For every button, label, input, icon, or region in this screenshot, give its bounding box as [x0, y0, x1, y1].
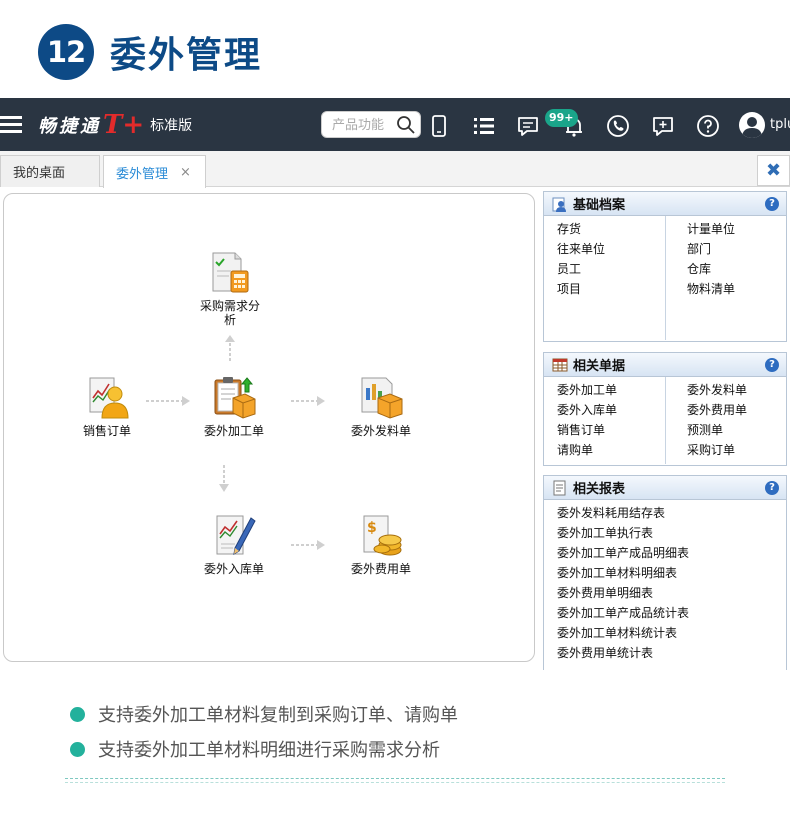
svg-text:$: $ — [367, 520, 377, 536]
panel-related-docs: 相关单据 ? 委外加工单 委外入库单 销售订单 请购单 委外发料单 委外费用单 … — [543, 352, 787, 466]
tab-label: 委外管理 — [116, 166, 169, 182]
help-icon[interactable]: ? — [765, 197, 779, 211]
node-label: 委外入库单 — [203, 562, 264, 576]
link-outsourcing-inbound[interactable]: 委外入库单 — [557, 400, 665, 420]
link-outsourcing-expense[interactable]: 委外费用单 — [687, 400, 786, 420]
section-heading: 12 委外管理 — [38, 24, 262, 80]
feature-bullet: 支持委外加工单材料明细进行采购需求分析 — [70, 736, 440, 762]
phone-icon[interactable] — [605, 113, 631, 139]
link-purchase-order[interactable]: 采购订单 — [687, 440, 786, 460]
node-label: 委外加工单 — [203, 424, 264, 438]
link-report[interactable]: 委外加工单产成品统计表 — [557, 603, 786, 623]
node-label: 销售订单 — [82, 424, 131, 438]
user-icon — [742, 117, 762, 138]
user-file-icon — [552, 197, 566, 212]
close-all-tabs-button[interactable]: ✖ — [757, 155, 790, 186]
link-outsourcing-issue[interactable]: 委外发料单 — [687, 380, 786, 400]
panel-title: 相关报表 — [573, 482, 626, 497]
node-sales-order[interactable]: 销售订单 — [62, 374, 152, 438]
bullet-dot-icon — [70, 706, 85, 722]
outsourcing-order-icon — [214, 377, 256, 419]
link-report[interactable]: 委外加工单材料明细表 — [557, 563, 786, 583]
link-report[interactable]: 委外加工单执行表 — [557, 523, 786, 543]
avatar[interactable] — [739, 112, 765, 138]
issue-doc-icon — [361, 377, 403, 419]
brand-edition: 标准版 — [150, 118, 193, 134]
bullet-text: 支持委外加工单材料复制到采购订单、请购单 — [98, 705, 458, 726]
link-forecast[interactable]: 预测单 — [687, 420, 786, 440]
arrow-down-icon — [219, 465, 229, 492]
link-report[interactable]: 委外发料耗用结存表 — [557, 503, 786, 523]
node-label: 委外费用单 — [350, 562, 411, 576]
divider — [65, 778, 725, 783]
link-outsourcing-order[interactable]: 委外加工单 — [557, 380, 665, 400]
message-icon[interactable] — [515, 113, 541, 139]
section-title: 委外管理 — [110, 35, 263, 76]
link-report[interactable]: 委外费用单统计表 — [557, 643, 786, 663]
feedback-icon[interactable] — [650, 113, 676, 139]
link-warehouse[interactable]: 仓库 — [687, 259, 786, 279]
link-units[interactable]: 计量单位 — [687, 219, 786, 239]
inbound-doc-icon — [216, 515, 256, 555]
node-purchase-demand[interactable]: 采购需求分析 — [185, 249, 275, 327]
brand-logo: 畅捷通 T+ 标准版 — [38, 110, 192, 140]
tab-label: 我的桌面 — [13, 166, 66, 181]
arrow-right-icon — [146, 396, 190, 406]
bullet-text: 支持委外加工单材料明细进行采购需求分析 — [98, 740, 440, 761]
arrow-right-icon — [291, 396, 325, 406]
node-outsourcing-order[interactable]: 委外加工单 — [189, 374, 279, 438]
panel-basic-files: 基础档案 ? 存货 往来单位 员工 项目 计量单位 部门 仓库 物料清单 — [543, 191, 787, 342]
panel-header: 相关报表 ? — [544, 476, 786, 500]
feature-bullet: 支持委外加工单材料复制到采购订单、请购单 — [70, 701, 458, 727]
panel-title: 基础档案 — [573, 198, 626, 213]
help-circle-icon[interactable] — [695, 113, 721, 139]
link-employees[interactable]: 员工 — [557, 259, 665, 279]
link-inventory[interactable]: 存货 — [557, 219, 665, 239]
link-sales-order[interactable]: 销售订单 — [557, 420, 665, 440]
node-label: 委外发料单 — [350, 424, 411, 438]
user-name[interactable]: tplu — [770, 117, 790, 132]
bullet-dot-icon — [70, 741, 85, 757]
panel-header: 相关单据 ? — [544, 353, 786, 377]
mobile-icon[interactable] — [426, 113, 452, 139]
notification-badge: 99+ — [545, 109, 578, 127]
help-icon[interactable]: ? — [765, 358, 779, 372]
link-partners[interactable]: 往来单位 — [557, 239, 665, 259]
node-outsourcing-inbound[interactable]: 委外入库单 — [189, 512, 279, 576]
table-icon — [552, 358, 568, 371]
report-icon — [553, 480, 566, 495]
link-purchase-request[interactable]: 请购单 — [557, 440, 665, 460]
link-report[interactable]: 委外加工单产成品明细表 — [557, 543, 786, 563]
close-icon[interactable]: × — [180, 165, 191, 180]
link-report[interactable]: 委外费用单明细表 — [557, 583, 786, 603]
section-number-badge: 12 — [38, 24, 94, 80]
brand-name: 畅捷通 — [38, 116, 101, 137]
panel-header: 基础档案 ? — [544, 192, 786, 216]
node-label: 采购需求分析 — [199, 299, 260, 327]
brand-tplus: T+ — [103, 110, 145, 140]
arrow-right-icon — [291, 540, 325, 550]
expense-doc-icon: $ — [363, 515, 402, 556]
search-input[interactable] — [332, 116, 394, 134]
link-projects[interactable]: 项目 — [557, 279, 665, 299]
analysis-doc-icon — [212, 252, 249, 293]
panel-title: 相关单据 — [573, 359, 626, 374]
sales-order-icon — [89, 377, 129, 419]
search-box — [321, 111, 421, 138]
arrow-up-icon — [225, 335, 235, 361]
help-icon[interactable]: ? — [765, 481, 779, 495]
search-icon[interactable] — [396, 115, 416, 135]
link-bom[interactable]: 物料清单 — [687, 279, 786, 299]
list-icon[interactable] — [471, 113, 497, 139]
tab-outsourcing[interactable]: 委外管理 × — [103, 155, 206, 188]
node-outsourcing-issue[interactable]: 委外发料单 — [336, 374, 426, 438]
menu-icon[interactable] — [0, 116, 22, 133]
link-report[interactable]: 委外加工单材料统计表 — [557, 623, 786, 643]
flow-panel: 采购需求分析 销售订单 委外加工单 委外发料单 委外入库单 $ 委外费用单 — [3, 193, 535, 662]
link-departments[interactable]: 部门 — [687, 239, 786, 259]
node-outsourcing-expense[interactable]: $ 委外费用单 — [336, 512, 426, 576]
panel-related-reports: 相关报表 ? 委外发料耗用结存表 委外加工单执行表 委外加工单产成品明细表 委外… — [543, 475, 787, 670]
tab-my-desktop[interactable]: 我的桌面 — [0, 155, 100, 187]
